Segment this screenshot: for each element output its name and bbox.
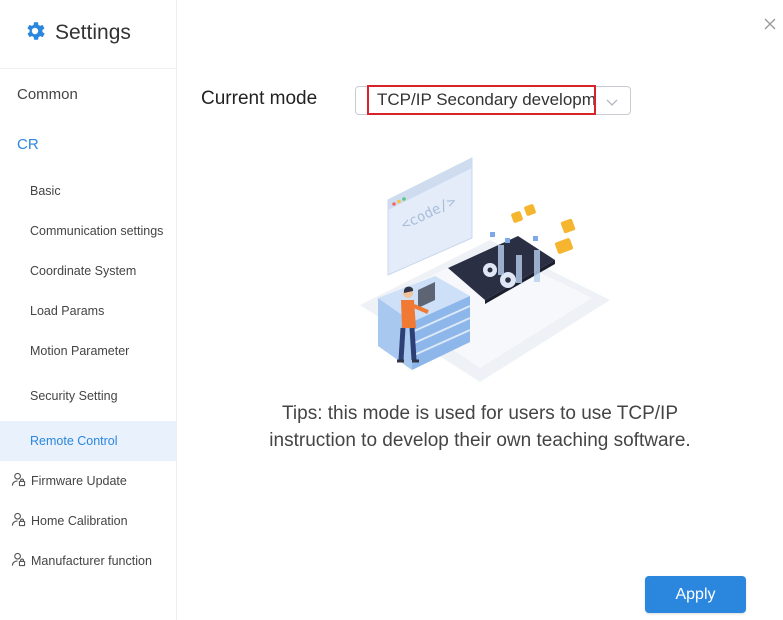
sidebar-item-load-params[interactable]: Load Params [0, 291, 176, 331]
sidebar-item-label: Firmware Update [31, 474, 127, 488]
sidebar-item-coordinate-system[interactable]: Coordinate System [0, 251, 176, 291]
user-lock-icon [11, 472, 31, 490]
current-mode-label: Current mode [201, 88, 318, 109]
sidebar-item-security-setting[interactable]: Security Setting [0, 376, 176, 416]
nav-group-cr[interactable]: CR [17, 136, 39, 153]
tips-line: Tips: this mode is used for users to use… [282, 403, 678, 424]
divider [0, 68, 176, 69]
apply-button[interactable]: Apply [645, 576, 746, 613]
chevron-down-icon [606, 95, 618, 106]
sidebar-item-communication-settings[interactable]: Communication settings [0, 211, 176, 251]
user-lock-icon [11, 512, 31, 530]
sidebar-item-label: Home Calibration [31, 514, 128, 528]
app-title: Settings [55, 21, 131, 44]
sidebar-item-motion-parameter[interactable]: Motion Parameter [0, 331, 176, 371]
gear-icon [23, 19, 47, 48]
sidebar-item-remote-control[interactable]: Remote Control [0, 421, 176, 461]
sidebar-item-home-calibration[interactable]: Home Calibration [11, 511, 128, 531]
mode-tips: Tips: this mode is used for users to use… [200, 400, 760, 454]
user-lock-icon [11, 552, 31, 570]
sidebar-item-manufacturer-function[interactable]: Manufacturer function [11, 551, 152, 571]
sidebar: Settings Common CR Basic Communication s… [0, 0, 177, 620]
tips-line: instruction to develop their own teachin… [269, 430, 691, 451]
nav-group-common[interactable]: Common [17, 86, 78, 103]
sidebar-item-label: Manufacturer function [31, 554, 152, 568]
app-brand: Settings [23, 19, 131, 47]
close-button[interactable] [762, 16, 778, 32]
developer-illustration: <code/> [340, 150, 630, 390]
mode-select[interactable]: TCP/IP Secondary development [355, 85, 631, 115]
sidebar-item-firmware-update[interactable]: Firmware Update [11, 471, 127, 491]
close-icon [762, 18, 778, 36]
mode-select-value: TCP/IP Secondary development [377, 90, 596, 109]
sidebar-item-basic[interactable]: Basic [0, 171, 176, 211]
mode-highlight-box: TCP/IP Secondary development [367, 85, 596, 115]
